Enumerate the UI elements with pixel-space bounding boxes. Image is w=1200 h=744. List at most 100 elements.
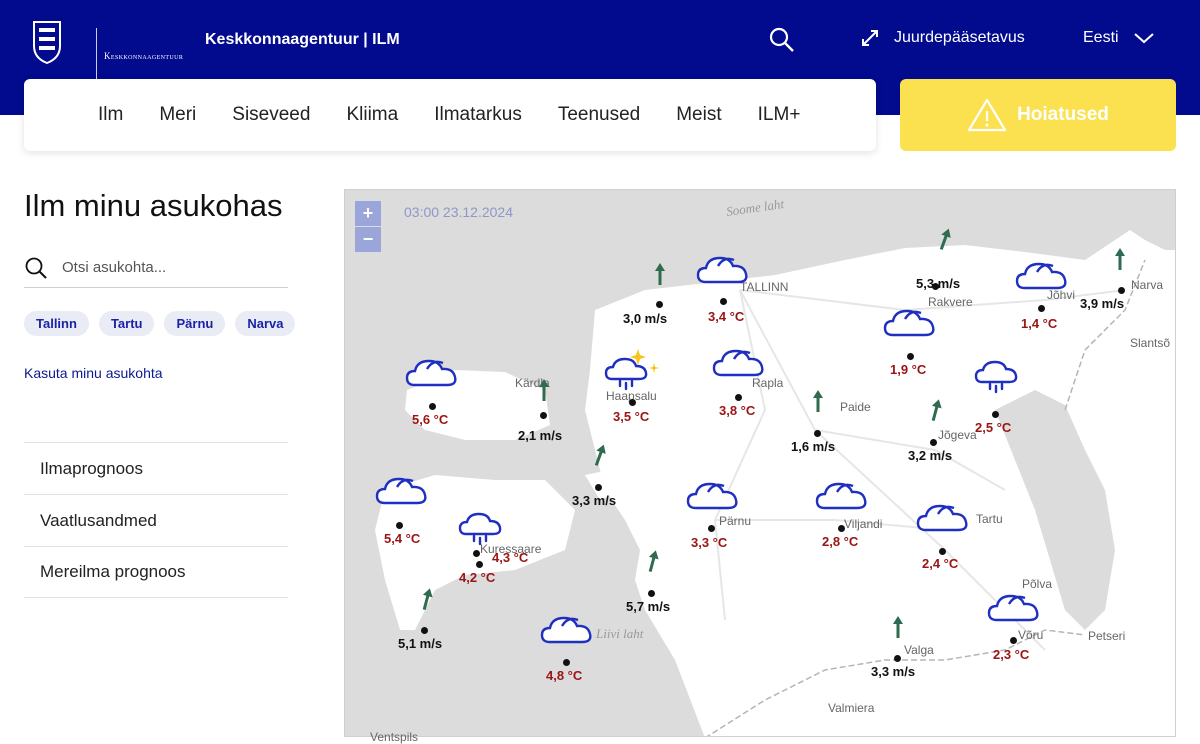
cloud-icon xyxy=(375,477,427,505)
temperature-label: 4,8 °C xyxy=(546,668,583,683)
warnings-button[interactable]: Hoiatused xyxy=(900,79,1176,151)
station-dot[interactable] xyxy=(1038,305,1045,312)
station-dot[interactable] xyxy=(473,550,480,557)
cloud-icon xyxy=(1015,262,1067,290)
place-label: Slantsõ xyxy=(1130,336,1171,350)
temperature-label: 4,3 °C xyxy=(492,550,529,565)
station-dot[interactable] xyxy=(907,353,914,360)
place-label: Pärnu xyxy=(719,514,752,528)
station-dot[interactable] xyxy=(476,561,483,568)
chip-tartu[interactable]: Tartu xyxy=(98,311,155,336)
nav-kliima[interactable]: Kliima xyxy=(346,104,398,126)
wind-speed-label: 2,1 m/s xyxy=(518,428,563,443)
cloud-icon xyxy=(883,309,935,337)
map-timestamp: 03:00 23.12.2024 xyxy=(404,204,513,220)
place-label: Valga xyxy=(904,643,934,657)
search-icon xyxy=(25,257,47,279)
wind-speed-label: 3,9 m/s xyxy=(1080,296,1125,311)
location-search-input[interactable] xyxy=(62,259,262,276)
station-dot[interactable] xyxy=(930,439,937,446)
wind-speed-label: 5,7 m/s xyxy=(626,599,671,614)
location-chips: Tallinn Tartu Pärnu Narva xyxy=(24,311,296,336)
temperature-label: 5,4 °C xyxy=(384,531,421,546)
station-dot[interactable] xyxy=(720,298,727,305)
logo-divider xyxy=(96,28,97,80)
wind-speed-label: 3,3 m/s xyxy=(572,493,617,508)
place-label: Ventspils xyxy=(370,730,419,744)
logo[interactable]: Keskkonnaagentuur xyxy=(30,16,183,80)
menu-ilmaprognoos[interactable]: Ilmaprognoos xyxy=(24,442,288,494)
site-title[interactable]: Keskkonnaagentuur | ILM xyxy=(205,31,400,49)
station-dot[interactable] xyxy=(735,394,742,401)
chip-parnu[interactable]: Pärnu xyxy=(164,311,226,336)
wind-arrow-icon xyxy=(655,263,665,285)
station-dot[interactable] xyxy=(595,484,602,491)
cloud-icon xyxy=(686,482,738,510)
temperature-label: 3,5 °C xyxy=(613,409,650,424)
zoom-controls: + − xyxy=(355,201,381,252)
partly-sunny-rain-icon xyxy=(604,349,659,391)
cloud-icon xyxy=(987,594,1039,622)
sea-label: Liivi laht xyxy=(596,626,644,641)
station-dot[interactable] xyxy=(838,525,845,532)
place-label: Narva xyxy=(1131,278,1164,292)
place-label: Valmiera xyxy=(828,701,875,715)
temperature-label: 2,8 °C xyxy=(822,534,859,549)
station-dot[interactable] xyxy=(656,301,663,308)
place-label: Viljandi xyxy=(844,517,883,531)
station-dot[interactable] xyxy=(396,522,403,529)
cloud-icon xyxy=(712,349,764,377)
wind-speed-label: 5,1 m/s xyxy=(398,636,443,651)
chip-tallinn[interactable]: Tallinn xyxy=(24,311,89,336)
nav-meri[interactable]: Meri xyxy=(159,104,196,126)
cloud-icon xyxy=(815,482,867,510)
station-dot[interactable] xyxy=(1118,287,1125,294)
station-dot[interactable] xyxy=(708,525,715,532)
place-label: Tartu xyxy=(976,512,1003,526)
language-select[interactable]: Eesti xyxy=(1083,29,1155,47)
station-dot[interactable] xyxy=(648,590,655,597)
search-icon[interactable] xyxy=(768,26,796,54)
menu-vaatlusandmed[interactable]: Vaatlusandmed xyxy=(24,494,288,546)
temperature-label: 3,3 °C xyxy=(691,535,728,550)
station-dot[interactable] xyxy=(429,403,436,410)
rain-cloud-icon xyxy=(974,360,1018,394)
use-my-location-link[interactable]: Kasuta minu asukohta xyxy=(24,365,163,381)
temperature-label: 4,2 °C xyxy=(459,570,496,585)
language-label: Eesti xyxy=(1083,29,1119,46)
station-dot[interactable] xyxy=(629,399,636,406)
main-nav: Ilm Meri Siseveed Kliima Ilmatarkus Teen… xyxy=(24,79,876,151)
accessibility-button[interactable]: Juurdepääsetavus xyxy=(860,28,1025,48)
cloud-icon xyxy=(405,359,457,387)
station-dot[interactable] xyxy=(992,411,999,418)
accessibility-label: Juurdepääsetavus xyxy=(894,29,1025,46)
temperature-label: 5,6 °C xyxy=(412,412,449,427)
wind-arrow-icon xyxy=(1115,248,1125,270)
wind-arrow-icon xyxy=(813,390,823,412)
wind-speed-label: 3,0 m/s xyxy=(623,311,668,326)
nav-siseveed[interactable]: Siseveed xyxy=(232,104,310,126)
nav-teenused[interactable]: Teenused xyxy=(558,104,640,126)
chevron-down-icon xyxy=(1133,33,1154,44)
sidebar-title: Ilm minu asukohas xyxy=(24,188,283,223)
menu-mereilma-prognoos[interactable]: Mereilma prognoos xyxy=(24,546,288,598)
nav-ilm[interactable]: Ilm xyxy=(98,104,123,126)
zoom-in-button[interactable]: + xyxy=(355,201,381,226)
place-label: Põlva xyxy=(1022,577,1053,591)
station-dot[interactable] xyxy=(540,412,547,419)
station-dot[interactable] xyxy=(814,430,821,437)
temperature-label: 2,4 °C xyxy=(922,556,959,571)
nav-meist[interactable]: Meist xyxy=(676,104,721,126)
zoom-out-button[interactable]: − xyxy=(355,227,381,252)
nav-ilmatarkus[interactable]: Ilmatarkus xyxy=(434,104,522,126)
station-dot[interactable] xyxy=(421,627,428,634)
warnings-label: Hoiatused xyxy=(1017,104,1109,125)
station-dot[interactable] xyxy=(1010,637,1017,644)
station-dot[interactable] xyxy=(939,548,946,555)
station-dot[interactable] xyxy=(894,655,901,662)
nav-ilm-plus[interactable]: ILM+ xyxy=(758,104,801,126)
temperature-label: 1,9 °C xyxy=(890,362,927,377)
station-dot[interactable] xyxy=(563,659,570,666)
chip-narva[interactable]: Narva xyxy=(235,311,296,336)
place-label: Jõgeva xyxy=(938,428,977,442)
